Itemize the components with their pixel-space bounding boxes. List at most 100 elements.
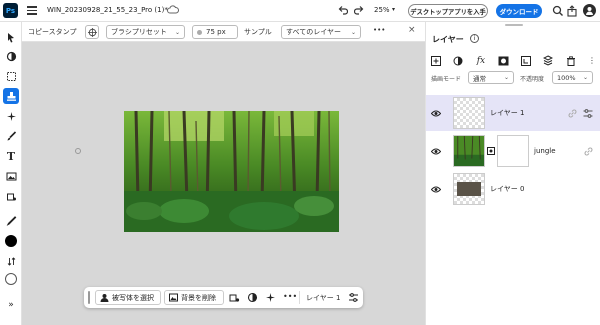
person-icon (100, 294, 109, 302)
jungle-image[interactable] (124, 111, 339, 232)
contextual-task-bar: 被写体を選択 背景を削除 ••• レイヤー 1 (84, 287, 363, 308)
tool-bar: T » (0, 22, 22, 325)
close-icon[interactable]: × (408, 25, 416, 35)
layer-thumbnail (453, 97, 485, 129)
layer-name: レイヤー 0 (490, 185, 525, 193)
visibility-eye-icon[interactable] (431, 148, 441, 155)
mask-icon[interactable] (498, 56, 509, 66)
fill-tool-icon[interactable] (3, 188, 19, 204)
drag-handle[interactable] (88, 291, 90, 304)
marquee-tool-icon[interactable] (3, 68, 19, 84)
foreground-color-swatch[interactable] (3, 233, 19, 249)
brush-size-value: 75 px (206, 28, 226, 36)
panel-handle[interactable] (505, 24, 523, 26)
add-layer-icon[interactable] (431, 55, 441, 66)
adjust-icon[interactable] (247, 292, 258, 303)
layer-stack-icon[interactable] (543, 55, 554, 66)
more-options-button[interactable]: ••• (373, 26, 385, 34)
properties-icon[interactable] (348, 292, 359, 303)
share-icon[interactable] (566, 5, 578, 17)
zoom-level[interactable]: 25% (374, 6, 390, 14)
opacity-field[interactable]: 100% ⌄ (552, 71, 593, 84)
background-color-swatch[interactable] (3, 271, 19, 287)
chevron-down-icon: ⌄ (503, 74, 509, 81)
adjust-tool-icon[interactable] (3, 48, 19, 64)
sample-label: サンプル (244, 28, 272, 36)
avatar[interactable] (583, 4, 596, 17)
layer-mask-thumbnail[interactable] (497, 135, 529, 167)
sample-select[interactable]: すべてのレイヤー ⌄ (281, 25, 361, 39)
healing-tool-icon[interactable] (3, 108, 19, 124)
target-icon[interactable] (85, 25, 99, 39)
image-icon (169, 293, 178, 302)
info-icon[interactable]: i (470, 34, 479, 43)
image-tool-icon[interactable] (3, 168, 19, 184)
chevron-down-icon[interactable]: ▾ (392, 6, 395, 13)
opacity-label: 不透明度 (520, 76, 545, 83)
sample-value: すべてのレイヤー (286, 28, 342, 36)
tool-name-label: コピースタンプ (28, 28, 77, 36)
cloud-icon[interactable] (167, 5, 179, 15)
layer-row[interactable]: jungle (426, 133, 600, 169)
sparkle-icon[interactable] (265, 292, 276, 303)
select-subject-label: 被写体を選択 (112, 293, 154, 302)
layers-panel: レイヤー i fx ⋮ 描画モード 通常 ⌄ 不透明度 100% ⌄ レイヤー 1 (425, 22, 600, 325)
link-icon[interactable] (584, 147, 593, 156)
menu-icon[interactable] (27, 6, 37, 15)
photoshop-logo: Ps (3, 3, 18, 18)
brush-tool-icon[interactable] (3, 128, 19, 144)
remove-background-label: 背景を削除 (181, 293, 216, 302)
mask-link-icon[interactable] (487, 147, 495, 155)
eyedropper-tool-icon[interactable] (3, 212, 19, 228)
layer-name: jungle (534, 147, 556, 155)
layer-name-button[interactable]: レイヤー 1 (306, 293, 340, 303)
swap-colors-icon[interactable] (3, 253, 19, 269)
opacity-value: 100% (557, 73, 576, 82)
layer-name: レイヤー 1 (490, 109, 525, 117)
layer-thumbnail (453, 173, 485, 205)
clip-icon[interactable] (520, 55, 531, 66)
visibility-eye-icon[interactable] (431, 110, 441, 117)
layer-row[interactable]: レイヤー 1 (426, 95, 600, 131)
brush-preset-label: ブラシプリセット (111, 28, 167, 36)
blend-mode-value: 通常 (473, 74, 486, 83)
search-icon[interactable] (552, 5, 564, 17)
options-bar: コピースタンプ ブラシプリセット ⌄ 75 px サンプル すべてのレイヤー ⌄ •… (22, 22, 425, 42)
blend-mode-label: 描画モード (431, 76, 462, 83)
panel-title: レイヤー (432, 35, 464, 44)
visibility-eye-icon[interactable] (431, 186, 441, 193)
properties-icon[interactable] (583, 108, 593, 118)
document-title[interactable]: WIN_20230928_21_55_23_Pro (1)* (47, 6, 168, 14)
expand-toolbar-icon[interactable]: » (3, 297, 19, 313)
move-tool-icon[interactable] (3, 29, 19, 45)
blend-mode-select[interactable]: 通常 ⌄ (468, 71, 514, 84)
top-bar: Ps WIN_20230928_21_55_23_Pro (1)* 25% ▾ … (0, 0, 600, 22)
brush-size-field[interactable]: 75 px (192, 25, 238, 39)
more-button[interactable]: ••• (283, 292, 297, 301)
layer-thumbnail (453, 135, 485, 167)
undo-icon[interactable] (338, 5, 348, 15)
layer-row[interactable]: レイヤー 0 (426, 171, 600, 207)
type-tool-icon[interactable]: T (3, 148, 19, 164)
photo-thumbnail (457, 182, 481, 196)
redo-icon[interactable] (354, 5, 364, 15)
clone-stamp-tool-icon[interactable] (3, 88, 19, 104)
layer-actions: fx ⋮ (431, 55, 596, 66)
chevron-down-icon: ⌄ (174, 28, 180, 36)
delete-icon[interactable] (566, 55, 576, 66)
download-button[interactable]: ダウンロード (496, 4, 542, 18)
select-subject-button[interactable]: 被写体を選択 (95, 290, 161, 305)
more-button[interactable]: ⋮ (588, 56, 596, 65)
get-desktop-app-button[interactable]: デスクトップアプリを入手 (408, 4, 488, 18)
chevron-down-icon: ⌄ (350, 28, 356, 36)
effects-icon[interactable]: fx (477, 56, 485, 66)
brush-cursor-icon (75, 148, 81, 154)
brush-dot-icon (197, 29, 202, 35)
chevron-down-icon: ⌄ (582, 74, 588, 81)
brush-preset-select[interactable]: ブラシプリセット ⌄ (106, 25, 185, 39)
adjustment-layer-icon[interactable] (453, 56, 464, 66)
fill-icon[interactable] (229, 292, 240, 303)
divider (299, 291, 300, 304)
link-icon[interactable] (568, 109, 577, 118)
remove-background-button[interactable]: 背景を削除 (164, 290, 224, 305)
